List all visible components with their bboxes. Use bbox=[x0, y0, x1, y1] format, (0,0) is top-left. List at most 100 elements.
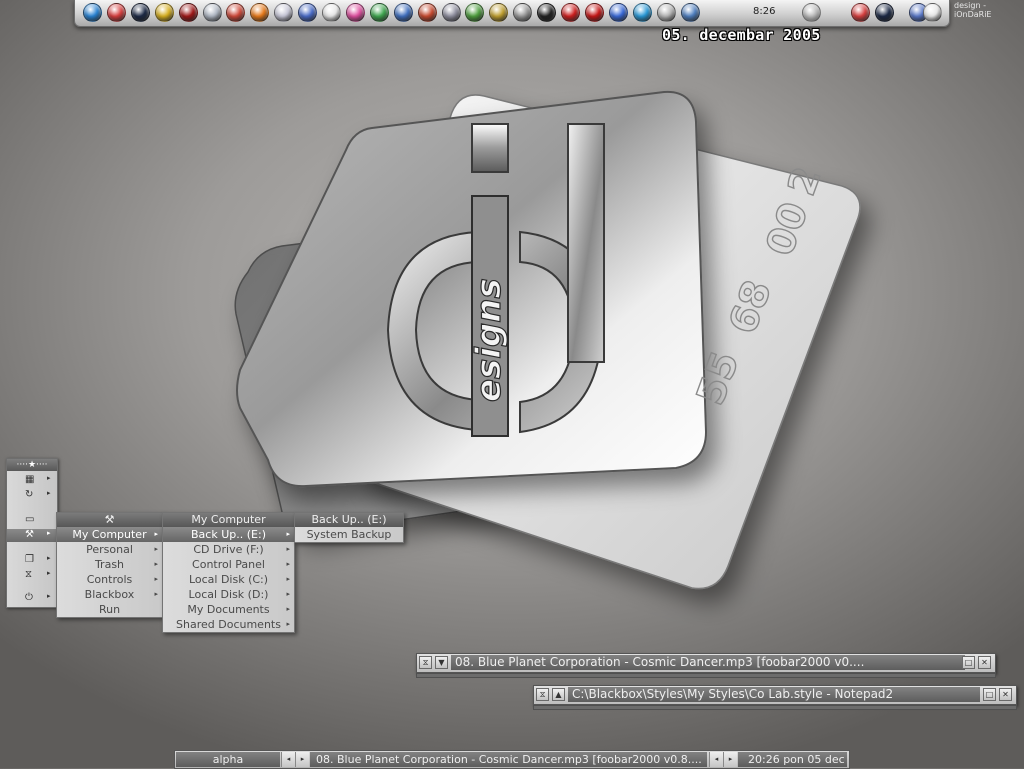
left-toolbar-title[interactable]: ····★···· bbox=[7, 459, 57, 471]
menu-item-controls[interactable]: Controls ▸ bbox=[57, 572, 162, 587]
chevron-right-icon: ▸ bbox=[47, 569, 51, 577]
workspace-next-icon[interactable]: ▸ bbox=[295, 752, 309, 767]
menu-item-my-documents[interactable]: My Documents ▸ bbox=[163, 602, 294, 617]
main-menu-title: ⚒ bbox=[57, 513, 162, 527]
gear-grey-icon[interactable] bbox=[513, 3, 532, 22]
menu-item-shared-documents[interactable]: Shared Documents ▸ bbox=[163, 617, 294, 632]
my-computer-menu-title: My Computer bbox=[163, 513, 294, 527]
menu-item-label: System Backup bbox=[306, 528, 392, 541]
chevron-right-icon: ▸ bbox=[47, 592, 51, 600]
menu-item-label: Trash bbox=[94, 558, 125, 571]
wrench-icon[interactable] bbox=[657, 3, 676, 22]
taskbar: alpha ◂ ▸ 08. Blue Planet Corporation - … bbox=[174, 750, 850, 769]
target-icon[interactable] bbox=[537, 3, 556, 22]
chevron-right-icon: ▸ bbox=[154, 530, 158, 538]
my-computer-menu: My Computer Back Up.. (E:) ▸ CD Drive (F:… bbox=[162, 512, 295, 633]
foobar-window-titlebar[interactable]: ⧖ ▼ 08. Blue Planet Corporation - Cosmic… bbox=[416, 653, 996, 673]
play-icon[interactable] bbox=[370, 3, 389, 22]
monitor-icon[interactable] bbox=[394, 3, 413, 22]
backup-menu-title: Back Up.. (E:) bbox=[295, 513, 403, 527]
task-next-icon[interactable]: ▸ bbox=[723, 752, 737, 767]
menu-item-label: Shared Documents bbox=[176, 618, 281, 631]
left-toolbar-item-folder[interactable]: ▭ bbox=[7, 514, 57, 527]
notepad-window-title: C:\Blackbox\Styles\My Styles\Co Lab.styl… bbox=[568, 687, 980, 702]
tools-icon: ⚒ bbox=[104, 513, 115, 526]
menu-item-local-disk-d[interactable]: Local Disk (D:) ▸ bbox=[163, 587, 294, 602]
calendar-icon[interactable] bbox=[107, 3, 126, 22]
refresh-icon: ↻ bbox=[25, 489, 34, 500]
pen-icon[interactable] bbox=[681, 3, 700, 22]
taskbar-task[interactable]: 08. Blue Planet Corporation - Cosmic Dan… bbox=[310, 752, 707, 767]
backup-menu: Back Up.. (E:) System Backup bbox=[294, 512, 404, 543]
chevron-up-icon[interactable]: ▲ bbox=[552, 688, 565, 701]
calendar-icon[interactable] bbox=[851, 3, 870, 22]
folder-icon: ▭ bbox=[25, 514, 35, 525]
menu-item-system-backup[interactable]: System Backup bbox=[295, 527, 403, 542]
menu-item-label: CD Drive (F:) bbox=[193, 543, 264, 556]
palette-icon[interactable] bbox=[346, 3, 365, 22]
media-red-icon[interactable] bbox=[179, 3, 198, 22]
gear-yellow-icon[interactable] bbox=[489, 3, 508, 22]
globe-icon[interactable] bbox=[203, 3, 222, 22]
blackbox-icon[interactable] bbox=[131, 3, 150, 22]
dock-orb-button[interactable] bbox=[802, 3, 821, 22]
left-toolbar-item-hourglass[interactable]: ⧖ ▸ bbox=[7, 569, 57, 582]
menu-item-personal[interactable]: Personal ▸ bbox=[57, 542, 162, 557]
menu-item-label: My Documents bbox=[187, 603, 270, 616]
menu-item-cd-drive-f[interactable]: CD Drive (F:) ▸ bbox=[163, 542, 294, 557]
tools-icon[interactable] bbox=[442, 3, 461, 22]
crosshair-icon[interactable] bbox=[155, 3, 174, 22]
chevron-right-icon: ▸ bbox=[154, 590, 158, 598]
flower-icon[interactable] bbox=[923, 3, 942, 22]
menu-item-backup-e[interactable]: Back Up.. (E:) ▸ bbox=[163, 527, 294, 542]
left-toolbar-item-tools[interactable]: ⚒ ▸ bbox=[7, 529, 57, 542]
workspace-prev-icon[interactable]: ◂ bbox=[281, 752, 295, 767]
left-toolbar-item-window[interactable]: ❐ ▸ bbox=[7, 554, 57, 567]
flower-icon[interactable] bbox=[322, 3, 341, 22]
chevron-down-icon[interactable]: ▼ bbox=[435, 656, 448, 669]
menu-item-run[interactable]: Run bbox=[57, 602, 162, 617]
tools-icon: ⚒ bbox=[25, 529, 34, 540]
ie-icon[interactable] bbox=[83, 3, 102, 22]
maximize-icon[interactable]: □ bbox=[962, 656, 975, 669]
hourglass-icon[interactable]: ⧖ bbox=[536, 688, 549, 701]
diamond-icon[interactable] bbox=[226, 3, 245, 22]
left-toolbar-item-grid[interactable]: ▦ ▸ bbox=[7, 474, 57, 487]
workspace-label[interactable]: alpha bbox=[176, 752, 280, 767]
menu-item-label: Run bbox=[98, 603, 121, 616]
left-toolbar-item-power[interactable]: ⏻ ▸ bbox=[7, 592, 57, 605]
close-icon[interactable]: ✕ bbox=[978, 656, 991, 669]
power-icon: ⏻ bbox=[25, 592, 33, 603]
chevron-right-icon: ▸ bbox=[286, 530, 290, 538]
window-icon[interactable] bbox=[298, 3, 317, 22]
notepad-window-bottom bbox=[533, 705, 1017, 710]
close-icon[interactable]: ✕ bbox=[999, 688, 1012, 701]
top-dock: 8:26 bbox=[74, 0, 950, 27]
taskbar-clock: 20:26 pon 05 dec bbox=[738, 752, 847, 767]
chevron-right-icon: ▸ bbox=[286, 545, 290, 553]
menu-item-my-computer[interactable]: My Computer ▸ bbox=[57, 527, 162, 542]
notepad-window-titlebar[interactable]: ⧖ ▲ C:\Blackbox\Styles\My Styles\Co Lab.… bbox=[533, 685, 1017, 705]
gear-green-icon[interactable] bbox=[465, 3, 484, 22]
disc-icon[interactable] bbox=[274, 3, 293, 22]
menu-item-label: Controls bbox=[86, 573, 133, 586]
chevron-right-icon: ▸ bbox=[47, 489, 51, 497]
menu-item-local-disk-c[interactable]: Local Disk (C:) ▸ bbox=[163, 572, 294, 587]
blackbox-icon[interactable] bbox=[875, 3, 894, 22]
task-prev-icon[interactable]: ◂ bbox=[709, 752, 723, 767]
logo-stem-d bbox=[567, 123, 605, 363]
grid-icon: ▦ bbox=[25, 474, 35, 485]
menu-item-label: Back Up.. (E:) bbox=[191, 528, 266, 541]
firefox-icon[interactable] bbox=[250, 3, 269, 22]
hourglass-icon[interactable]: ⧖ bbox=[419, 656, 432, 669]
k-icon[interactable] bbox=[585, 3, 604, 22]
menu-item-control-panel[interactable]: Control Panel ▸ bbox=[163, 557, 294, 572]
shield-red-icon[interactable] bbox=[561, 3, 580, 22]
network-icon[interactable] bbox=[633, 3, 652, 22]
maximize-icon[interactable]: □ bbox=[983, 688, 996, 701]
menu-item-blackbox[interactable]: Blackbox ▸ bbox=[57, 587, 162, 602]
left-toolbar-item-refresh[interactable]: ↻ ▸ bbox=[7, 489, 57, 502]
globe-blue-icon[interactable] bbox=[609, 3, 628, 22]
menu-item-trash[interactable]: Trash ▸ bbox=[57, 557, 162, 572]
paint-icon[interactable] bbox=[418, 3, 437, 22]
